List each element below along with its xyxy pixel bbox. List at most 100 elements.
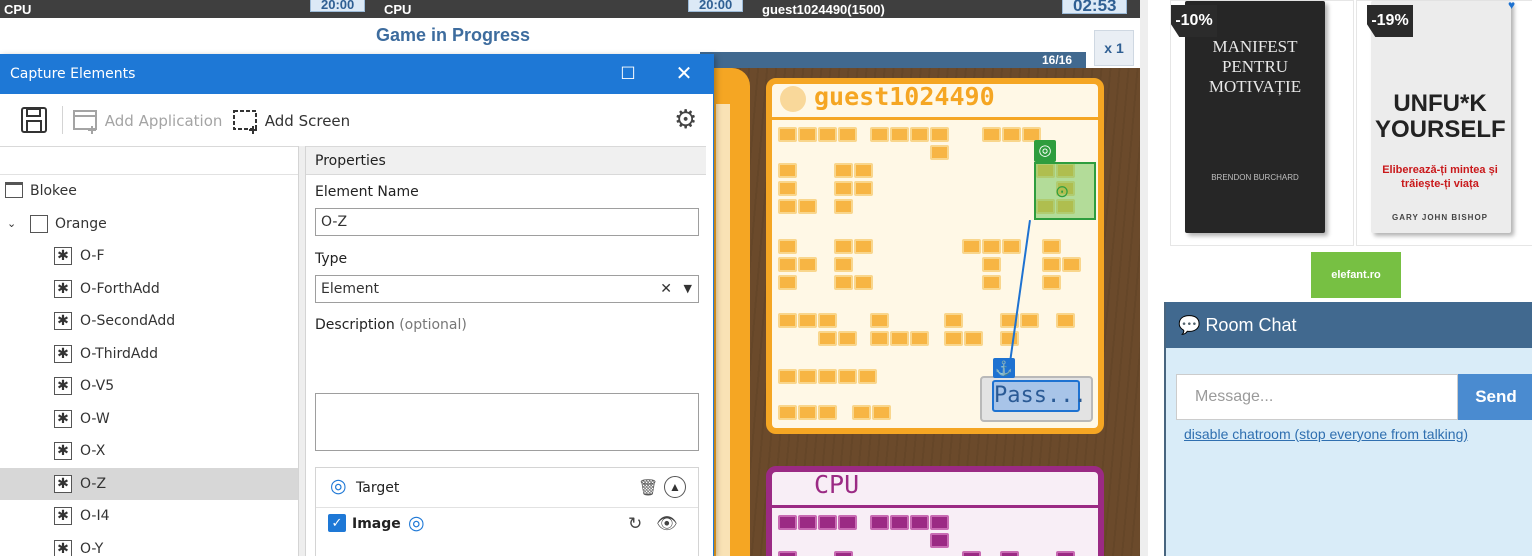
image-target-icon[interactable]: ◎ (408, 512, 425, 535)
tree-item-o-y[interactable]: ✱ O-Y (0, 533, 298, 556)
target-header: ◎ Target 🗑 ▲ (316, 468, 698, 508)
book-title: UNFU*K YOURSELF (1375, 90, 1506, 143)
tree-item-o-f[interactable]: ✱ O-F (0, 240, 298, 272)
add-screen-label: Add Screen (264, 112, 351, 130)
player-avatar (780, 86, 806, 112)
tree-item-o-secondadd[interactable]: ✱ O-SecondAdd (0, 305, 298, 337)
piece-tile (1002, 239, 1021, 254)
type-select[interactable]: Element ✕ ▼ (315, 275, 699, 303)
refresh-icon[interactable]: ↻ (628, 514, 642, 534)
player1-name: CPU (4, 2, 32, 17)
chevron-down-icon[interactable]: ▼ (684, 276, 692, 302)
shop-logo[interactable]: elefant.ro (1311, 252, 1401, 298)
panel-splitter[interactable] (298, 146, 306, 556)
tree-header (0, 147, 298, 175)
tree-item-o-v5[interactable]: ✱ O-V5 (0, 370, 298, 402)
target-section: ◎ Target 🗑 ▲ ✓ Image ◎ ↻ 👁 (315, 467, 699, 556)
piece-tile (838, 331, 857, 346)
piece-tile (1002, 127, 1021, 142)
piece-tile (838, 127, 857, 142)
piece-tile (1042, 257, 1061, 272)
piece-tile (834, 239, 853, 254)
piece-tile (870, 127, 889, 142)
description-input[interactable] (315, 393, 699, 451)
tree-item-o-forthadd[interactable]: ✱ O-ForthAdd (0, 273, 298, 305)
description-label: Description (optional) (315, 317, 467, 333)
piece-tile (910, 127, 929, 142)
maximize-icon[interactable]: ☐ (600, 54, 656, 94)
piece-tile (872, 405, 891, 420)
piece-tile (930, 533, 949, 548)
message-input[interactable]: Message... (1176, 374, 1458, 420)
player-board-name: guest1024490 (814, 82, 995, 111)
piece-tile (944, 331, 963, 346)
save-icon[interactable] (20, 106, 48, 133)
chevron-down-icon[interactable]: ⌄ (7, 208, 16, 240)
piece-tile (982, 257, 1001, 272)
book-author: GARY JOHN BISHOP (1391, 213, 1488, 222)
tree-item-blokee[interactable]: Blokee (0, 175, 298, 207)
close-icon[interactable]: ✕ (656, 54, 712, 94)
send-button[interactable]: Send (1458, 374, 1532, 420)
toolbar-separator (62, 106, 63, 134)
discount-badge: -19% (1367, 5, 1413, 37)
pass-button-label[interactable]: Pass... (992, 380, 1087, 412)
piece-tile (798, 313, 817, 328)
piece-tile (854, 163, 873, 178)
disable-chatroom-link[interactable]: disable chatroom (stop everyone from tal… (1184, 426, 1468, 442)
tree-item-o-x[interactable]: ✱ O-X (0, 435, 298, 467)
image-checkbox[interactable]: ✓ (328, 514, 346, 532)
tree-item-label: Blokee (30, 183, 77, 199)
add-application-label: Add Application (104, 112, 223, 130)
comments-icon: 💬 (1178, 315, 1201, 335)
element-tree: Blokee ⌄ Orange ✱ O-F ✱ O-ForthAdd ✱ O-SecondAdd… (0, 146, 298, 556)
page-divider (1140, 0, 1148, 556)
add-application-button[interactable]: Add Application (72, 108, 222, 134)
tree-item-label: O-Z (80, 475, 107, 492)
gear-icon[interactable]: ⚙ (674, 106, 697, 134)
piece-tile (834, 257, 853, 272)
element-icon: ✱ (54, 312, 72, 330)
book-ad-1[interactable]: MANIFEST PENTRU MOTIVAȚIE BRENDON BURCHA… (1170, 0, 1354, 246)
dialog-titlebar[interactable]: Capture Elements ☐ ✕ (0, 54, 713, 94)
tree-item-o-i4[interactable]: ✱ O-I4 (0, 500, 298, 532)
piece-tile (778, 181, 797, 196)
collapse-icon[interactable]: ▲ (664, 476, 686, 498)
ad-info-icon[interactable]: ♥ (1508, 0, 1522, 11)
tree-item-label: O-V5 (80, 378, 115, 394)
board-rail-inner (716, 104, 730, 556)
piece-tile (798, 515, 817, 530)
piece-tile (1000, 551, 1019, 556)
piece-tile (778, 127, 797, 142)
element-name-input[interactable]: O-Z (315, 208, 699, 236)
eye-icon[interactable]: 👁 (656, 514, 678, 534)
piece-tile (1062, 257, 1081, 272)
piece-tile (890, 331, 909, 346)
tree-item-o-thirdadd[interactable]: ✱ O-ThirdAdd (0, 338, 298, 370)
clear-icon[interactable]: ✕ (660, 276, 672, 302)
piece-tile (962, 551, 981, 556)
image-label: Image (352, 516, 401, 532)
piece-tile (910, 515, 929, 530)
tree-item-o-z[interactable]: ✱ O-Z (0, 467, 298, 500)
piece-tile (930, 515, 949, 530)
type-label: Type (315, 251, 348, 267)
add-screen-button[interactable]: Add Screen (232, 108, 350, 134)
element-name-label: Element Name (315, 184, 419, 200)
piece-tile (854, 239, 873, 254)
piece-tile (858, 369, 877, 384)
tree-item-orange[interactable]: ⌄ Orange (0, 208, 298, 240)
tree-item-o-w[interactable]: ✱ O-W (0, 403, 298, 435)
book-ad-2[interactable]: UNFU*K YOURSELF Eliberează-ți mintea și … (1356, 0, 1532, 246)
piece-tile (930, 127, 949, 142)
dialog-toolbar: Add Application Add Screen ⚙ (0, 94, 713, 146)
piece-tile (890, 515, 909, 530)
piece-tile (964, 331, 983, 346)
piece-tile (982, 127, 1001, 142)
piece-tile (834, 199, 853, 214)
anchor-icon: ⚓ (993, 358, 1015, 378)
element-icon: ✱ (54, 474, 72, 493)
application-icon (5, 182, 23, 198)
piece-tile (852, 405, 871, 420)
trash-icon[interactable]: 🗑 (638, 478, 658, 498)
